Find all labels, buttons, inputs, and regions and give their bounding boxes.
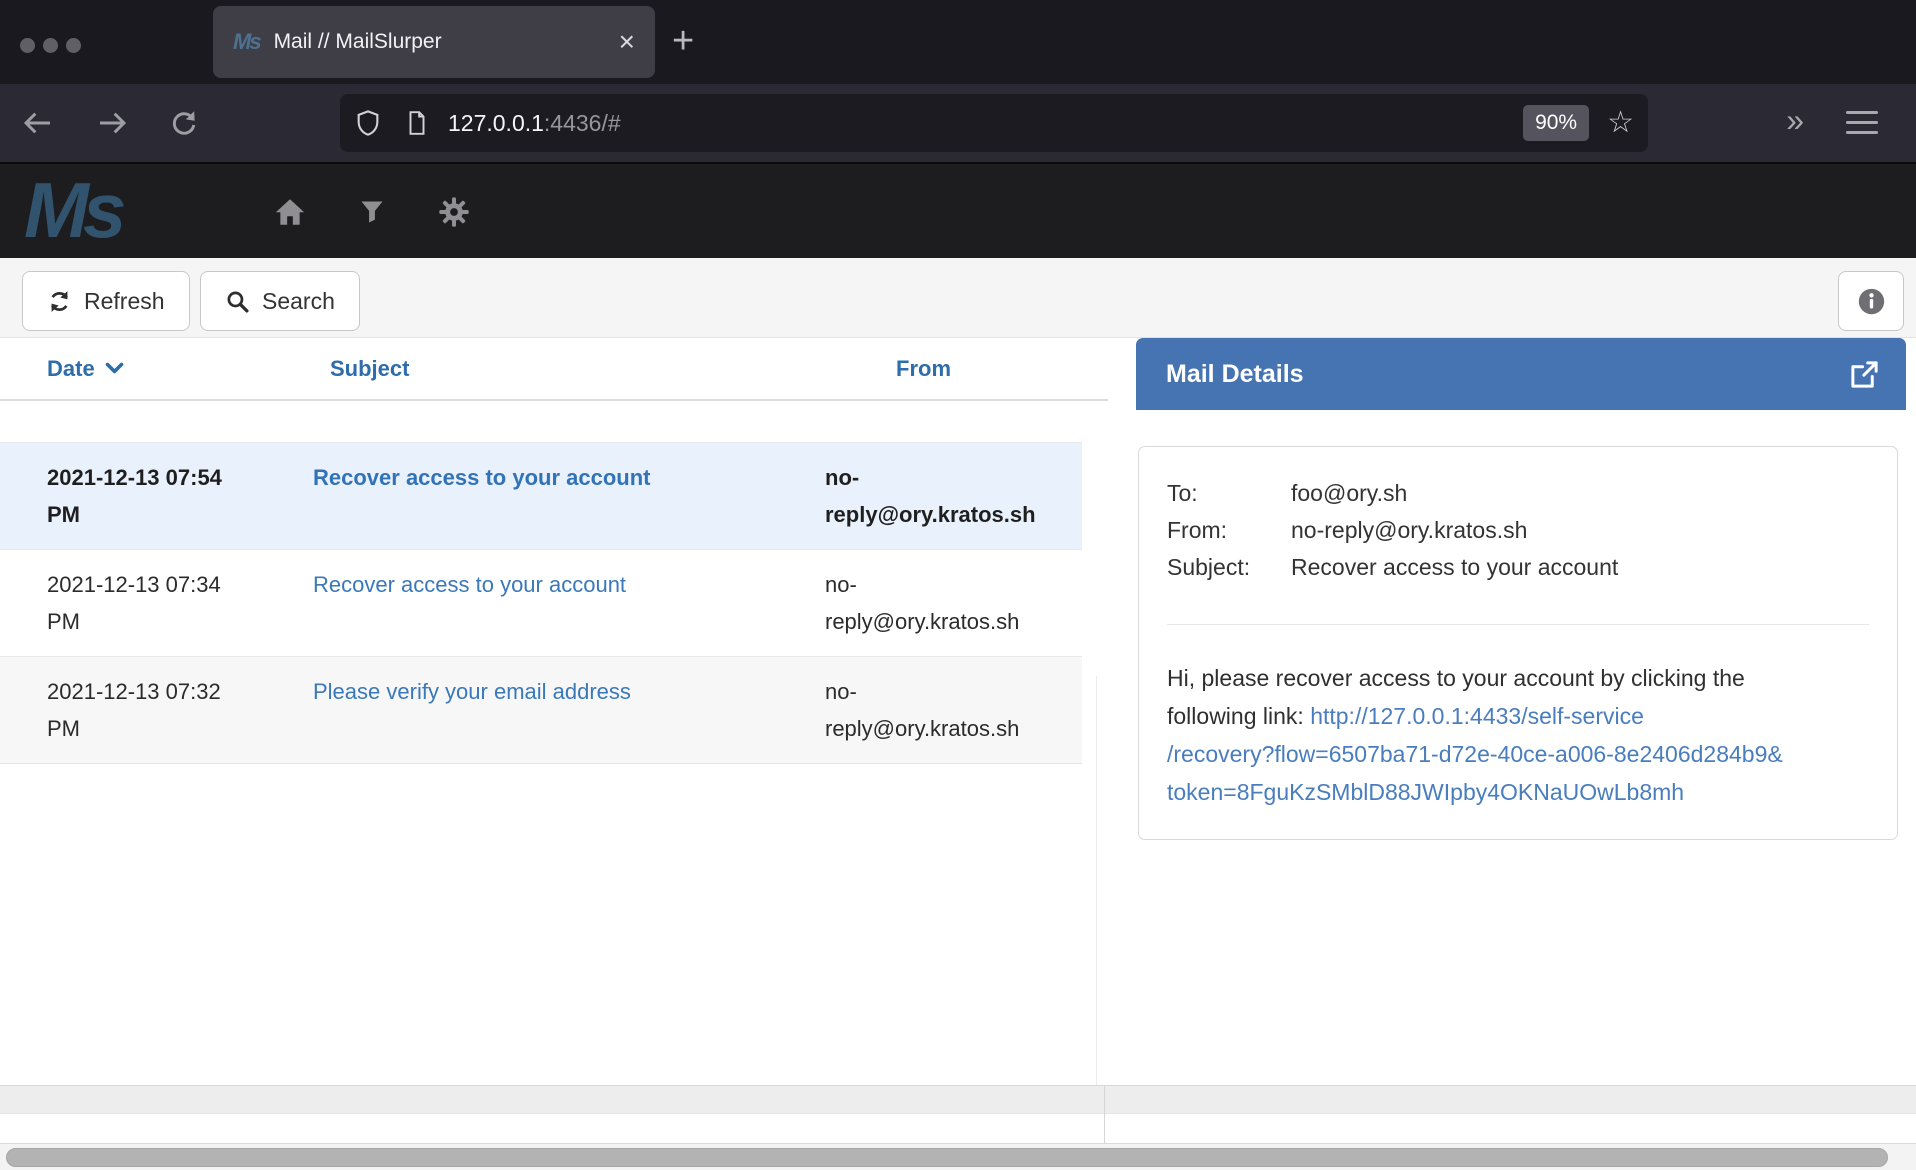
mailslurper-page: { "browser": { "tab": { "favicon_text": … — [0, 0, 1916, 1170]
url-bar[interactable]: 127.0.0.1:4436/# 90% ☆ — [340, 94, 1648, 152]
window-control-dot[interactable] — [20, 38, 35, 53]
browser-navbar: 127.0.0.1:4436/# 90% ☆ » — [0, 84, 1916, 162]
overflow-menu-button[interactable]: » — [1786, 102, 1804, 139]
details-divider — [1167, 624, 1869, 625]
window-controls[interactable] — [20, 38, 81, 53]
mail-details-header: Mail Details — [1136, 338, 1906, 410]
date-header-label: Date — [47, 356, 95, 382]
column-header-date[interactable]: Date — [0, 356, 250, 382]
page-bottom-strip — [0, 1113, 1916, 1143]
filter-nav-button[interactable] — [354, 194, 390, 230]
mail-details-pane: Mail Details To: foo@ory.sh From: no-rep… — [1108, 338, 1916, 1085]
mail-row[interactable]: 2021-12-13 07:34 PM Recover access to yo… — [0, 550, 1082, 657]
mailslurper-logo: Ms — [24, 162, 120, 258]
forward-arrow-icon — [96, 107, 128, 139]
window-control-dot[interactable] — [66, 38, 81, 53]
subject-label: Subject: — [1167, 549, 1291, 586]
mail-row-selected[interactable]: 2021-12-13 07:54 PM Recover access to yo… — [0, 443, 1082, 550]
mailslurper-favicon: Ms — [233, 29, 260, 55]
refresh-button[interactable]: Refresh — [22, 271, 190, 331]
mail-date: 2021-12-13 07:32 PM — [0, 657, 250, 764]
to-label: To: — [1167, 475, 1291, 512]
settings-nav-button[interactable] — [436, 194, 472, 230]
subject-value: Recover access to your account — [1291, 549, 1869, 586]
page-info-icon[interactable] — [404, 109, 430, 137]
refresh-button-label: Refresh — [84, 288, 165, 315]
open-external-icon[interactable] — [1849, 359, 1880, 390]
mail-from: no-reply@ory.kratos.sh — [813, 550, 1082, 657]
info-icon — [1857, 287, 1886, 316]
mail-date: 2021-12-13 07:34 PM — [0, 550, 250, 657]
sort-desc-chevron-icon — [105, 362, 124, 375]
zoom-level-badge[interactable]: 90% — [1523, 105, 1589, 141]
mail-subject-link[interactable]: Recover access to your account — [313, 572, 626, 597]
filter-funnel-icon — [358, 198, 386, 226]
url-path: :4436/# — [544, 110, 621, 136]
column-header-subject[interactable]: Subject — [250, 356, 813, 382]
bookmark-star-icon[interactable]: ☆ — [1607, 108, 1634, 138]
mailslurper-header: Ms — [0, 162, 1916, 258]
shield-permissions-icon[interactable] — [354, 109, 382, 137]
tab-close-icon[interactable]: × — [619, 28, 635, 56]
mail-row[interactable]: 2021-12-13 07:32 PM Please verify your e… — [0, 657, 1082, 764]
search-button-label: Search — [262, 288, 335, 315]
mail-from: no-reply@ory.kratos.sh — [813, 443, 1082, 550]
search-icon — [225, 289, 250, 314]
column-header-from[interactable]: From — [813, 356, 1082, 382]
forward-button[interactable] — [90, 101, 134, 145]
refresh-icon — [47, 289, 72, 314]
mail-subject-link[interactable]: Please verify your email address — [313, 679, 631, 704]
main-content: Date Subject From 2021-12-13 07:54 PM Re… — [0, 338, 1916, 1085]
mail-date: 2021-12-13 07:54 PM — [0, 443, 250, 550]
url-text[interactable]: 127.0.0.1:4436/# — [448, 110, 1523, 137]
horizontal-scrollbar-thumb[interactable] — [6, 1148, 1888, 1167]
content-bottom-strip — [0, 1085, 1916, 1113]
home-nav-button[interactable] — [272, 194, 308, 230]
app-toolbar: Refresh Search — [0, 258, 1916, 338]
back-arrow-icon — [22, 107, 54, 139]
to-value: foo@ory.sh — [1291, 475, 1869, 512]
from-label: From: — [1167, 512, 1291, 549]
back-button[interactable] — [16, 101, 60, 145]
app-menu-button[interactable] — [1846, 111, 1878, 134]
gear-icon — [438, 196, 470, 228]
mail-list-pane: Date Subject From 2021-12-13 07:54 PM Re… — [0, 338, 1108, 1085]
info-button[interactable] — [1838, 271, 1904, 331]
url-host: 127.0.0.1 — [448, 110, 544, 136]
mail-details-card: To: foo@ory.sh From: no-reply@ory.kratos… — [1138, 446, 1898, 840]
window-control-dot[interactable] — [43, 38, 58, 53]
from-value: no-reply@ory.kratos.sh — [1291, 512, 1869, 549]
horizontal-scrollbar-track[interactable] — [0, 1143, 1916, 1170]
reload-button[interactable] — [162, 101, 206, 145]
tab-title: Mail // MailSlurper — [274, 30, 619, 54]
mail-body: Hi, please recover access to your accoun… — [1167, 659, 1835, 811]
mail-from: no-reply@ory.kratos.sh — [813, 657, 1082, 764]
mail-subject-link[interactable]: Recover access to your account — [313, 465, 650, 490]
mail-details-title: Mail Details — [1166, 360, 1849, 389]
browser-tab-bar: Ms Mail // MailSlurper × + — [0, 0, 1916, 84]
home-icon — [273, 195, 307, 229]
mail-list-header: Date Subject From — [0, 338, 1108, 401]
new-tab-button[interactable]: + — [672, 22, 694, 60]
reload-icon — [168, 107, 200, 139]
pane-divider-bottom — [1104, 1085, 1105, 1143]
search-button[interactable]: Search — [200, 271, 360, 331]
browser-tab[interactable]: Ms Mail // MailSlurper × — [213, 6, 655, 78]
mail-list-table: 2021-12-13 07:54 PM Recover access to yo… — [0, 442, 1082, 764]
